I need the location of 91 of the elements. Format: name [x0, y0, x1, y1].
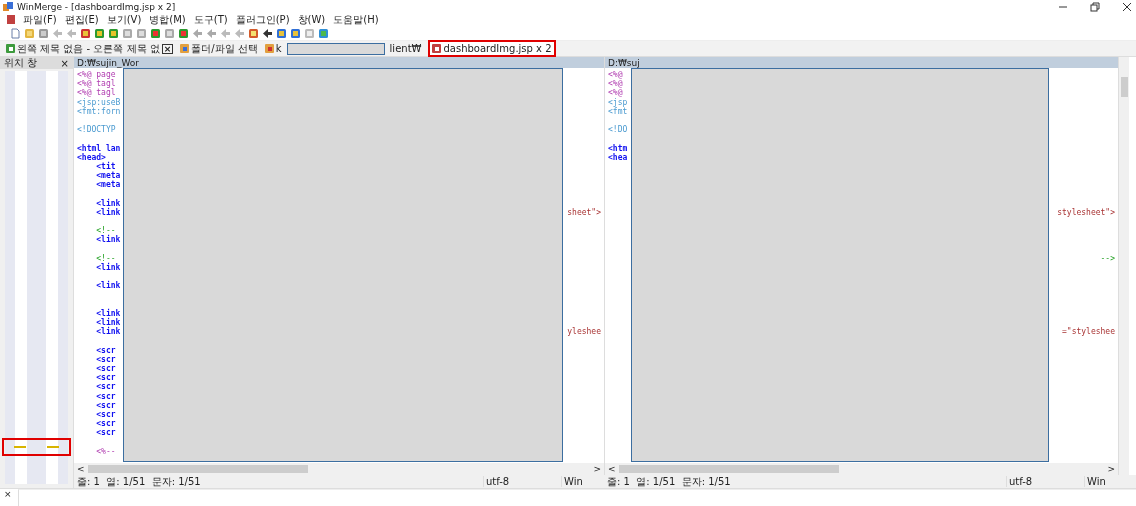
code-line: <scr	[95, 409, 116, 420]
file-tab[interactable]: 왼쪽 제목 없음 - 오른쪽 제목 없 ×	[4, 42, 176, 55]
scroll-left-button[interactable]: <	[77, 464, 85, 474]
code-line: <link	[95, 281, 121, 291]
code-line: <!--	[95, 226, 116, 236]
code-line: <!DO	[608, 125, 628, 135]
file-tab[interactable]: lient₩	[387, 42, 424, 55]
window-title: WinMerge - [dashboardImg.jsp x 2]	[17, 1, 177, 12]
code-line: <%@ page	[77, 70, 116, 80]
line-ending-label: Win	[1084, 476, 1127, 487]
menu-item[interactable]: 편집(E)	[64, 12, 99, 27]
code-line: <htm	[608, 143, 628, 153]
code-line: <meta	[95, 171, 121, 181]
file-tab[interactable]: k	[262, 42, 284, 55]
menu-item[interactable]: 병합(M)	[149, 12, 186, 27]
code-line: <scr	[95, 419, 116, 429]
code-line: <meta	[95, 180, 121, 190]
encoding-label: utf-8	[483, 476, 561, 487]
vertical-scrollbar[interactable]	[1119, 57, 1129, 475]
code-line: <!DOCTYP	[77, 125, 116, 135]
code-line: <%@	[608, 79, 623, 89]
menu-item[interactable]: 도구(T)	[193, 12, 228, 27]
close-button[interactable]: ×	[0, 489, 18, 506]
code-line: <link	[95, 327, 121, 337]
code-fragment: ="styleshee	[1062, 327, 1115, 337]
code-fragment: sheet">	[567, 207, 601, 217]
undo-icon[interactable]	[52, 27, 63, 39]
code-line: <scr	[95, 391, 116, 401]
code-line: <scr	[95, 345, 116, 355]
file-path: D:₩sujin_Wor	[77, 57, 140, 68]
code-fragment: -->	[1100, 253, 1115, 263]
encoding-label: utf-8	[1006, 476, 1084, 487]
code-line: <scr	[95, 428, 116, 438]
cursor-position: 줄: 1 열: 1/51 문자: 1/51	[77, 474, 202, 489]
code-line: <jsp	[608, 97, 628, 107]
menu-item[interactable]: 창(W)	[297, 12, 326, 27]
cursor-position: 줄: 1 열: 1/51 문자: 1/51	[607, 474, 732, 489]
tab-icon	[264, 44, 274, 53]
file-path: D:₩suj	[608, 57, 640, 68]
code-line: <head>	[77, 152, 106, 162]
tab-icon	[6, 44, 15, 53]
code-fragment: yleshee	[567, 327, 601, 337]
line-ending-label: Win	[561, 476, 604, 487]
code-line: <scr	[95, 354, 116, 364]
code-line: <scr	[95, 373, 116, 383]
code-line: <fmt	[608, 106, 628, 116]
code-line: <link	[95, 235, 121, 245]
menu-item[interactable]: 도움말(H)	[333, 12, 379, 27]
code-line: <jsp:useB	[77, 97, 121, 107]
tab-icon	[180, 44, 190, 53]
scrollbar-thumb[interactable]	[87, 465, 308, 473]
arrow-icon[interactable]	[234, 27, 245, 39]
new-file-icon[interactable]	[10, 27, 21, 39]
code-line: <%@ tagl	[77, 88, 116, 98]
code-line: <%@ tagl	[77, 79, 116, 89]
code-line: <%@	[608, 88, 623, 98]
code-line: <tit	[95, 161, 116, 171]
location-map[interactable]	[5, 71, 68, 484]
close-button[interactable]	[1122, 1, 1132, 12]
arrow-left-icon[interactable]	[206, 27, 217, 39]
menu-item[interactable]: 플러그인(P)	[235, 12, 290, 27]
code-line: <%--	[95, 446, 116, 456]
tab-icon	[432, 44, 442, 53]
location-pane-title: 위치 창	[4, 56, 38, 70]
code-fragment: stylesheet">	[1057, 207, 1115, 217]
code-line: <scr	[95, 400, 116, 410]
file-tab[interactable]: 폴더/파일 선택	[178, 42, 260, 55]
menu-item[interactable]: 보기(V)	[106, 12, 142, 27]
menu-item[interactable]: 파일(F)	[23, 12, 57, 27]
code-line: <!--	[95, 253, 116, 263]
code-line: <link	[95, 207, 121, 217]
scrollbar-thumb[interactable]	[618, 465, 839, 473]
scroll-right-button[interactable]: >	[593, 464, 601, 474]
code-line: <scr	[95, 364, 116, 374]
tab-close-button[interactable]: ×	[161, 43, 174, 54]
scroll-right-button[interactable]: >	[1107, 464, 1115, 474]
code-line: <link	[95, 198, 121, 208]
close-button[interactable]: ×	[60, 57, 69, 69]
restore-button[interactable]	[1090, 1, 1100, 12]
code-line: <link	[95, 318, 121, 328]
code-line: <scr	[95, 382, 116, 392]
app-icon	[3, 1, 13, 12]
code-line: <link	[95, 262, 121, 273]
code-line: <link	[95, 308, 121, 318]
file-tab[interactable]: dashboardImg.jsp x 2	[430, 42, 554, 55]
code-line: <hea	[608, 152, 628, 162]
arrow-icon[interactable]	[220, 27, 231, 39]
code-line: <%@	[608, 70, 623, 80]
scroll-left-button[interactable]: <	[608, 464, 616, 474]
code-line: <fmt:forn	[77, 106, 121, 116]
code-line: <html lan	[77, 143, 121, 153]
